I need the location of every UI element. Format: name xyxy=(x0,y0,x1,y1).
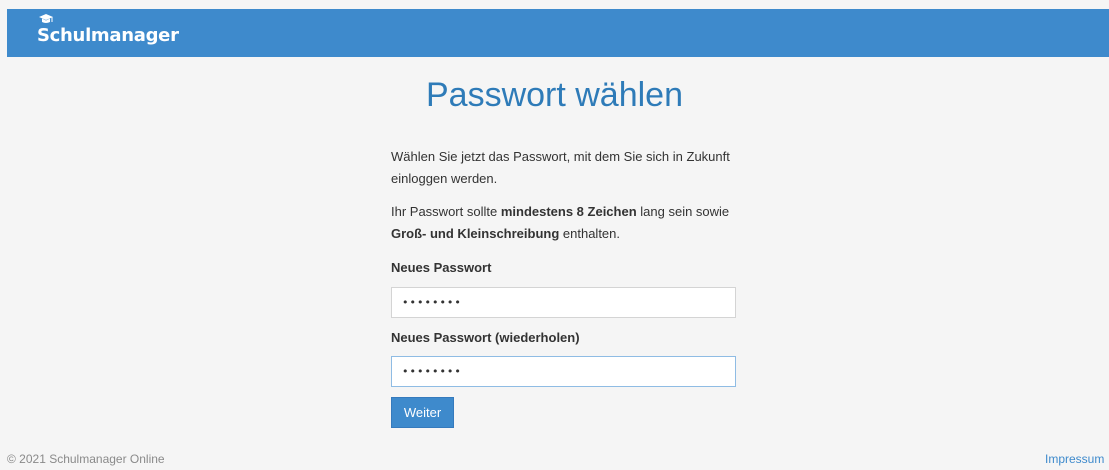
requirements-case: Groß- und Kleinschreibung xyxy=(391,226,560,241)
copyright-text: © 2021 Schulmanager Online xyxy=(7,452,165,466)
requirements-min-length: mindestens 8 Zeichen xyxy=(500,204,637,219)
brand-link[interactable]: Schulmanager xyxy=(37,14,179,47)
page-title: Passwort wählen xyxy=(425,76,683,114)
requirements-suffix: enthalten. xyxy=(559,226,620,241)
repeat-password-field[interactable] xyxy=(391,356,736,387)
requirements-mid: lang sein sowie xyxy=(636,204,730,219)
submit-button[interactable]: Weiter xyxy=(391,397,454,428)
graduation-cap-icon xyxy=(39,14,53,23)
top-navbar: Schulmanager xyxy=(7,9,1109,57)
new-password-field[interactable] xyxy=(391,287,736,318)
password-requirements: Ihr Passwort sollte mindestens 8 Zeichen… xyxy=(391,201,751,245)
new-password-label: Neues Passwort xyxy=(391,260,492,275)
requirements-prefix: Ihr Passwort sollte xyxy=(391,204,501,219)
impressum-link[interactable]: Impressum xyxy=(1045,452,1109,466)
intro-text: Wählen Sie jetzt das Passwort, mit dem S… xyxy=(391,149,730,186)
repeat-password-label: Neues Passwort (wiederholen) xyxy=(391,330,580,345)
brand-name: Schulmanager xyxy=(37,24,179,46)
